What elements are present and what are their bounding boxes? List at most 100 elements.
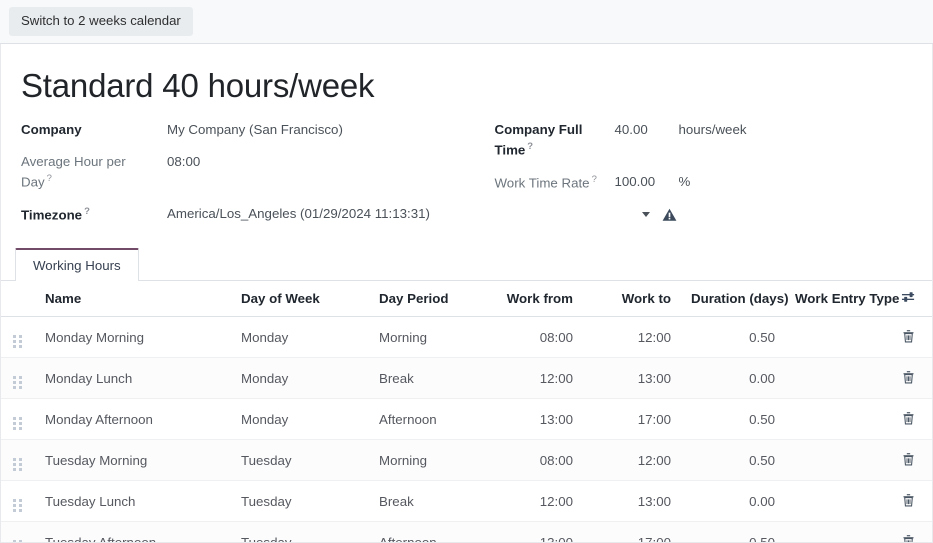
cell-day-of-week[interactable]: Monday (231, 358, 369, 399)
table-row[interactable]: Tuesday MorningTuesdayMorning08:0012:000… (1, 440, 933, 481)
field-value-company-full-time[interactable]: 40.00 (615, 121, 673, 140)
row-delete-cell[interactable] (895, 317, 933, 358)
drag-handle-icon[interactable] (13, 458, 22, 471)
table-body: Monday MorningMondayMorning08:0012:000.5… (1, 317, 933, 543)
cell-work-from[interactable]: 12:00 (483, 481, 583, 522)
cell-work-to[interactable]: 17:00 (583, 399, 681, 440)
trash-icon[interactable] (902, 452, 915, 466)
drag-handle-icon[interactable] (13, 417, 22, 430)
cell-day-period[interactable]: Afternoon (369, 522, 483, 543)
cell-work-entry-type[interactable] (785, 399, 895, 440)
cell-work-from[interactable]: 13:00 (483, 522, 583, 543)
trash-icon[interactable] (902, 493, 915, 507)
column-header-name[interactable]: Name (35, 281, 231, 317)
trash-icon[interactable] (902, 329, 915, 343)
cell-day-period[interactable]: Afternoon (369, 399, 483, 440)
cell-duration[interactable]: 0.00 (681, 358, 785, 399)
field-label-company-full-time-text: Company Full Time (495, 122, 583, 157)
row-delete-cell[interactable] (895, 358, 933, 399)
column-header-work-entry-type[interactable]: Work Entry Type (785, 281, 895, 317)
cell-work-entry-type[interactable] (785, 440, 895, 481)
cell-day-of-week[interactable]: Monday (231, 317, 369, 358)
cell-duration[interactable]: 0.00 (681, 481, 785, 522)
cell-work-from[interactable]: 12:00 (483, 358, 583, 399)
drag-handle-icon[interactable] (13, 335, 22, 348)
row-delete-cell[interactable] (895, 522, 933, 543)
cell-work-entry-type[interactable] (785, 317, 895, 358)
row-drag-handle-cell[interactable] (1, 317, 35, 358)
cell-day-period[interactable]: Break (369, 358, 483, 399)
switch-to-2-weeks-calendar-button[interactable]: Switch to 2 weeks calendar (9, 7, 193, 37)
column-header-duration[interactable]: Duration (days) (681, 281, 785, 317)
row-drag-handle-cell[interactable] (1, 399, 35, 440)
help-tooltip-icon[interactable]: ? (84, 206, 90, 217)
table-row[interactable]: Monday MorningMondayMorning08:0012:000.5… (1, 317, 933, 358)
drag-handle-icon[interactable] (13, 499, 22, 512)
cell-name[interactable]: Tuesday Lunch (35, 481, 231, 522)
row-drag-handle-cell[interactable] (1, 522, 35, 543)
cell-day-period[interactable]: Morning (369, 440, 483, 481)
cell-work-to[interactable]: 12:00 (583, 440, 681, 481)
cell-day-period[interactable]: Morning (369, 317, 483, 358)
trash-icon[interactable] (902, 370, 915, 384)
cell-work-from[interactable]: 08:00 (483, 440, 583, 481)
cell-duration[interactable]: 0.50 (681, 399, 785, 440)
cell-day-period[interactable]: Break (369, 481, 483, 522)
field-average-hour-per-day: Average Hour per Day? 08:00 (21, 153, 467, 192)
row-delete-cell[interactable] (895, 399, 933, 440)
field-value-average-hour-per-day: 08:00 (167, 153, 467, 172)
cell-duration[interactable]: 0.50 (681, 522, 785, 543)
field-label-average-hour-per-day: Average Hour per Day? (21, 153, 167, 192)
field-label-work-time-rate: Work Time Rate? (495, 173, 615, 193)
row-delete-cell[interactable] (895, 481, 933, 522)
help-tooltip-icon[interactable]: ? (527, 141, 533, 152)
table-row[interactable]: Tuesday AfternoonTuesdayAfternoon13:0017… (1, 522, 933, 543)
cell-work-to[interactable]: 12:00 (583, 317, 681, 358)
cell-work-entry-type[interactable] (785, 522, 895, 543)
cell-day-of-week[interactable]: Tuesday (231, 481, 369, 522)
cell-name[interactable]: Monday Afternoon (35, 399, 231, 440)
column-header-day-period[interactable]: Day Period (369, 281, 483, 317)
trash-icon[interactable] (902, 534, 915, 543)
table-row[interactable]: Monday LunchMondayBreak12:0013:000.00 (1, 358, 933, 399)
column-header-work-to[interactable]: Work to (583, 281, 681, 317)
cell-work-to[interactable]: 17:00 (583, 522, 681, 543)
help-tooltip-icon[interactable]: ? (592, 174, 597, 185)
column-header-work-from[interactable]: Work from (483, 281, 583, 317)
cell-work-entry-type[interactable] (785, 358, 895, 399)
cell-day-of-week[interactable]: Tuesday (231, 440, 369, 481)
cell-day-of-week[interactable]: Monday (231, 399, 369, 440)
field-value-company[interactable]: My Company (San Francisco) (167, 121, 467, 140)
cell-work-from[interactable]: 08:00 (483, 317, 583, 358)
cell-work-entry-type[interactable] (785, 481, 895, 522)
working-hours-list: Name Day of Week Day Period Work from Wo… (1, 281, 932, 543)
cell-day-of-week[interactable]: Tuesday (231, 522, 369, 543)
cell-duration[interactable]: 0.50 (681, 317, 785, 358)
cell-name[interactable]: Tuesday Afternoon (35, 522, 231, 543)
field-label-timezone: Timezone? (21, 205, 167, 225)
table-row[interactable]: Monday AfternoonMondayAfternoon13:0017:0… (1, 399, 933, 440)
row-drag-handle-cell[interactable] (1, 440, 35, 481)
field-value-timezone[interactable]: America/Los_Angeles (01/29/2024 11:13:31… (167, 205, 430, 224)
field-label-timezone-text: Timezone (21, 208, 82, 223)
drag-handle-icon[interactable] (13, 376, 22, 389)
sliders-icon[interactable] (901, 290, 916, 304)
row-drag-handle-cell[interactable] (1, 358, 35, 399)
cell-name[interactable]: Tuesday Morning (35, 440, 231, 481)
column-header-optional-toggle[interactable] (895, 281, 933, 317)
cell-work-to[interactable]: 13:00 (583, 358, 681, 399)
column-header-day-of-week[interactable]: Day of Week (231, 281, 369, 317)
cell-duration[interactable]: 0.50 (681, 440, 785, 481)
cell-work-to[interactable]: 13:00 (583, 481, 681, 522)
trash-icon[interactable] (902, 411, 915, 425)
field-label-company: Company (21, 121, 167, 140)
table-row[interactable]: Tuesday LunchTuesdayBreak12:0013:000.00 (1, 481, 933, 522)
help-tooltip-icon[interactable]: ? (47, 173, 52, 184)
row-delete-cell[interactable] (895, 440, 933, 481)
cell-name[interactable]: Monday Morning (35, 317, 231, 358)
notebook: Working Hours Name Day of Week Day Perio… (21, 248, 912, 543)
row-drag-handle-cell[interactable] (1, 481, 35, 522)
cell-name[interactable]: Monday Lunch (35, 358, 231, 399)
cell-work-from[interactable]: 13:00 (483, 399, 583, 440)
tab-working-hours[interactable]: Working Hours (15, 248, 139, 281)
